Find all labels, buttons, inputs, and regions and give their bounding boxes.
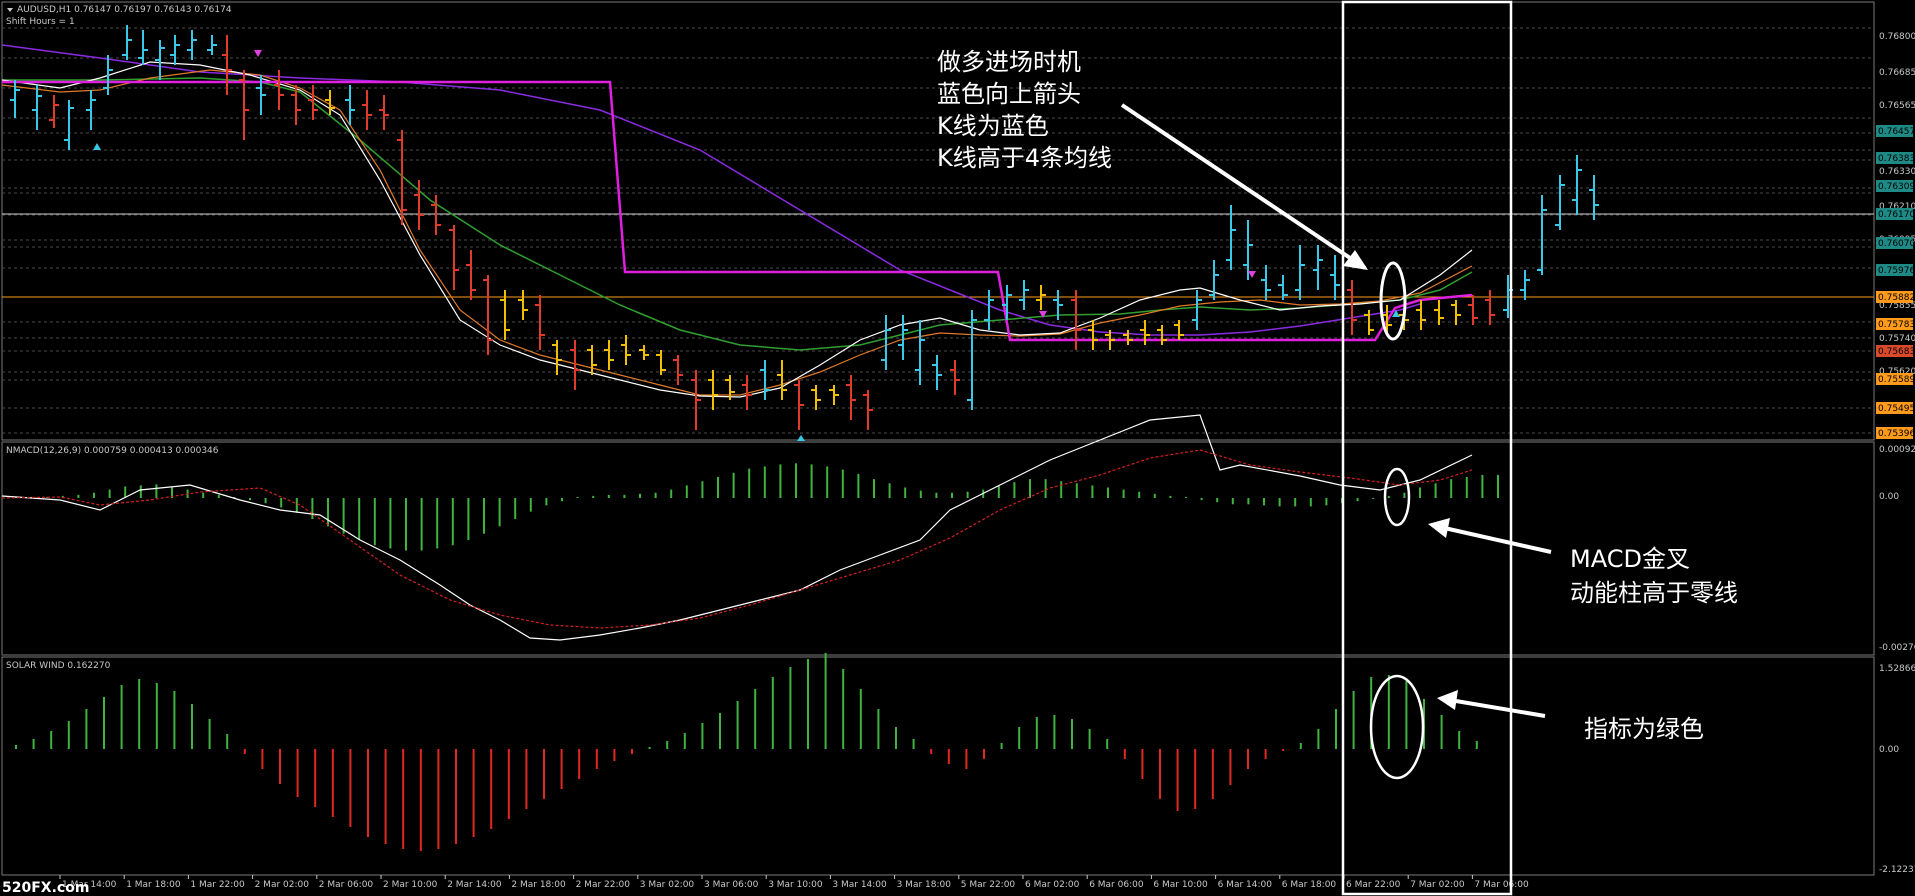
price-tag-text: 0.75976: [1878, 266, 1915, 276]
time-axis-label: 3 Mar 02:00: [640, 880, 695, 890]
price-tag-text: 0.76309: [1878, 182, 1915, 192]
price-tag-text: 0.75396: [1878, 429, 1915, 439]
price-tag-text: 0.75495: [1878, 404, 1915, 414]
time-axis-label: 2 Mar 18:00: [511, 880, 566, 890]
time-axis-label: 7 Mar 06:00: [1474, 880, 1529, 890]
time-axis-label: 6 Mar 06:00: [1089, 880, 1144, 890]
time-axis-label: 1 Mar 18:00: [126, 880, 181, 890]
note-macd-1: MACD金叉: [1570, 545, 1690, 573]
trading-chart[interactable]: AUDUSD,H1 0.76147 0.76197 0.76143 0.7617…: [0, 0, 1915, 896]
time-axis-label: 2 Mar 06:00: [319, 880, 374, 890]
price-tag-text: 0.76457: [1878, 127, 1915, 137]
note-solar: 指标为绿色: [1584, 715, 1704, 743]
time-axis-label: 2 Mar 02:00: [255, 880, 310, 890]
price-tag-text: 0.76070: [1878, 239, 1915, 249]
macd-title: NMACD(12,26,9) 0.000759 0.000413 0.00034…: [6, 446, 219, 456]
time-axis-label: 3 Mar 06:00: [704, 880, 759, 890]
price-axis-label: 0.76565: [1879, 101, 1915, 111]
symbol-header: AUDUSD,H1 0.76147 0.76197 0.76143 0.7617…: [17, 5, 232, 15]
time-axis-label: 6 Mar 18:00: [1282, 880, 1337, 890]
solar-axis-label: 0.00: [1879, 745, 1899, 755]
time-axis-label: 6 Mar 22:00: [1346, 880, 1401, 890]
solar-wind-title: SOLAR WIND 0.162270: [6, 661, 111, 671]
note-long-entry-1: 做多进场时机: [937, 48, 1081, 76]
time-axis-label: 3 Mar 10:00: [768, 880, 823, 890]
time-axis-label: 6 Mar 02:00: [1025, 880, 1080, 890]
price-axis-label: 0.76800: [1879, 32, 1915, 42]
time-axis-label: 3 Mar 18:00: [897, 880, 952, 890]
price-axis-label: 0.76330: [1879, 167, 1915, 177]
macd-axis-label: 0.00: [1879, 492, 1899, 502]
shift-hours-label: Shift Hours = 1: [6, 17, 75, 27]
watermark-logo: 520FX.com: [2, 880, 89, 896]
note-long-entry-2: 蓝色向上箭头: [937, 80, 1081, 108]
time-axis-label: 6 Mar 10:00: [1153, 880, 1208, 890]
macd-axis-label: 0.000924: [1879, 445, 1915, 455]
price-tag-text: 0.75783: [1878, 320, 1915, 330]
price-tag-text: 0.75589: [1878, 375, 1915, 385]
price-tag-text: 0.75882: [1878, 293, 1915, 303]
note-long-entry-3: K线为蓝色: [937, 112, 1049, 140]
time-axis-label: 2 Mar 22:00: [576, 880, 631, 890]
time-axis-label: 2 Mar 14:00: [447, 880, 502, 890]
price-axis-label: 0.75740: [1879, 334, 1915, 344]
time-axis-label: 5 Mar 22:00: [961, 880, 1016, 890]
time-axis-label: 7 Mar 02:00: [1410, 880, 1465, 890]
solar-axis-label: -2.122379: [1879, 865, 1915, 875]
price-axis-label: 0.76685: [1879, 68, 1915, 78]
time-axis-label: 6 Mar 14:00: [1218, 880, 1273, 890]
macd-axis-label: -0.002707: [1879, 643, 1915, 653]
price-tag-text: 0.75683: [1878, 347, 1915, 357]
price-tag-text: 0.76170: [1878, 210, 1915, 220]
time-axis-label: 2 Mar 10:00: [383, 880, 438, 890]
note-long-entry-4: K线高于4条均线: [937, 144, 1112, 172]
note-macd-2: 动能柱高于零线: [1570, 579, 1738, 607]
solar-axis-label: 1.528664: [1879, 664, 1915, 674]
time-axis-label: 1 Mar 22:00: [190, 880, 245, 890]
time-axis-label: 3 Mar 14:00: [832, 880, 887, 890]
price-tag-text: 0.76383: [1878, 154, 1915, 164]
